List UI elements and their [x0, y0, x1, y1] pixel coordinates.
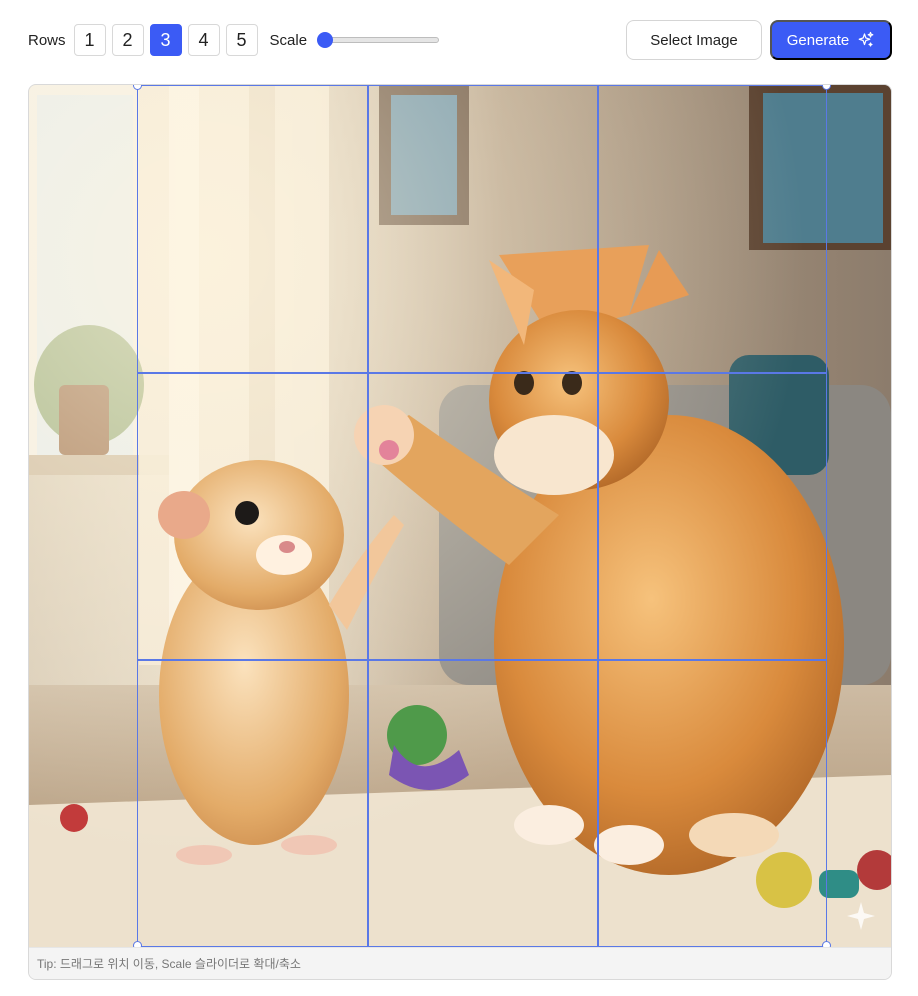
scale-slider-thumb[interactable]: [317, 32, 334, 48]
preview-image[interactable]: [29, 85, 891, 947]
sparkles-icon: [858, 31, 874, 47]
crop-grid-overlay[interactable]: [137, 85, 827, 947]
image-canvas[interactable]: Tip: 드래그로 위치 이동, Scale 슬라이더로 확대/축소: [28, 84, 892, 980]
scale-label: Scale: [269, 31, 308, 49]
rows-option-5[interactable]: 5: [225, 24, 258, 56]
rows-option-4[interactable]: 4: [187, 24, 220, 56]
generate-button[interactable]: Generate: [770, 20, 892, 60]
rows-option-1[interactable]: 1: [73, 24, 106, 56]
grid-line-vertical: [367, 86, 369, 946]
tip-text: Tip: 드래그로 위치 이동, Scale 슬라이더로 확대/축소: [29, 947, 891, 979]
generate-button-label: Generate: [786, 31, 850, 49]
grid-line-vertical: [597, 86, 599, 946]
select-image-button[interactable]: Select Image: [626, 20, 762, 60]
grid-line-horizontal: [138, 659, 826, 661]
scale-slider[interactable]: [317, 32, 440, 48]
rows-label: Rows: [28, 31, 66, 49]
scale-slider-track[interactable]: [317, 37, 440, 43]
rows-option-3[interactable]: 3: [149, 24, 182, 56]
rows-option-2[interactable]: 2: [111, 24, 144, 56]
grid-line-horizontal: [138, 372, 826, 374]
toolbar: Rows 1 2 3 4 5 Scale Select Image Genera…: [28, 20, 892, 60]
